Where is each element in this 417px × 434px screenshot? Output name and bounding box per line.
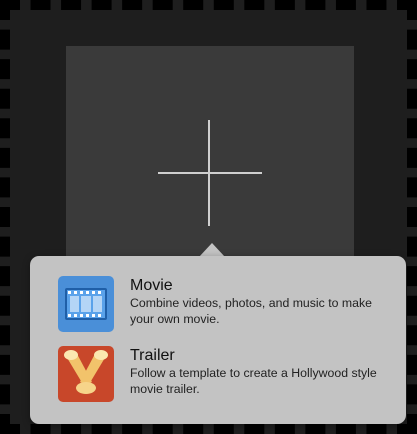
film-strip-icon [58,276,114,332]
new-project-canvas[interactable] [66,46,354,276]
plus-icon-horizontal[interactable] [158,172,262,174]
movie-description: Combine videos, photos, and music to mak… [130,296,372,326]
movie-option[interactable]: Movie Combine videos, photos, and music … [58,276,388,338]
trailer-description: Follow a template to create a Hollywood … [130,366,377,396]
trailer-title: Trailer [130,347,175,364]
popover-arrow [199,243,225,257]
trailer-option[interactable]: Trailer Follow a template to create a Ho… [58,346,388,408]
spotlights-icon [58,346,114,402]
movie-title: Movie [130,277,173,294]
